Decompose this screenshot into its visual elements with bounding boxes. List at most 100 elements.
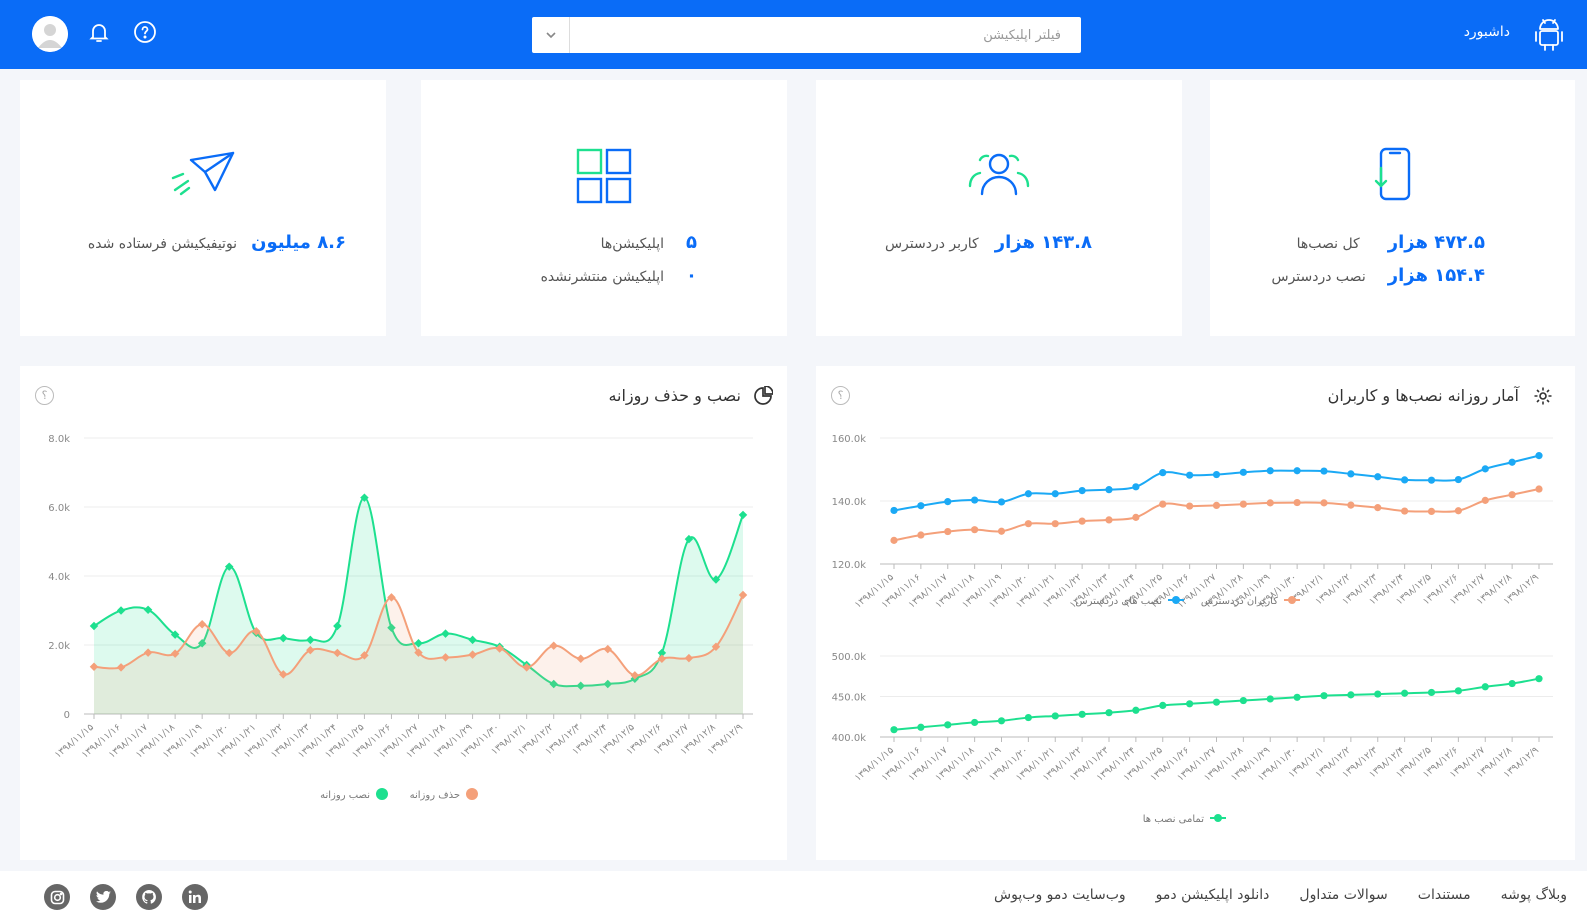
footer-links: وبلاگ پوشه مستندات سوالات متداول دانلود … <box>994 887 1567 903</box>
data-point <box>1374 690 1382 698</box>
data-point <box>1481 683 1489 691</box>
data-point <box>1078 710 1086 718</box>
data-point <box>997 498 1006 506</box>
active-installs-value: ۱۵۴.۴ هزار <box>1387 265 1485 286</box>
data-point <box>1293 467 1301 475</box>
page-title[interactable]: داشبورد <box>1464 24 1510 40</box>
data-point <box>944 527 952 536</box>
data-point <box>1293 498 1301 507</box>
bell-icon[interactable] <box>82 15 116 49</box>
footer-link-docs[interactable]: مستندات <box>1418 887 1471 903</box>
data-point <box>1401 507 1409 515</box>
data-point <box>1078 487 1086 495</box>
footer-link-faq[interactable]: سوالات متداول <box>1299 887 1387 903</box>
top-bar: داشبورد <box>0 0 1587 69</box>
user-avatar[interactable] <box>32 16 68 52</box>
unpublished-apps-value: ۰ <box>686 265 697 286</box>
data-point <box>1535 675 1543 683</box>
notifications-label: نوتیفیکیشن فرستاده شده <box>87 236 238 252</box>
data-point <box>1105 516 1113 524</box>
legend-marker <box>1288 596 1296 604</box>
data-point <box>890 726 898 734</box>
data-point <box>1159 701 1167 710</box>
notifications-value: ۸.۶ میلیون <box>251 232 346 253</box>
footer-link-blog[interactable]: وبلاگ پوشه <box>1501 887 1567 903</box>
data-point <box>890 536 898 544</box>
data-point <box>1159 469 1167 477</box>
active-installs-label: نصب دردسترس <box>1271 269 1366 285</box>
data-point <box>1239 696 1247 705</box>
data-point <box>1320 499 1328 507</box>
data-point <box>1051 490 1059 498</box>
apps-count-label: اپلیکیشن‌ها <box>600 236 664 252</box>
daily-users-installs-chart: 120.0k140.0k160.0k۱۳۹۸/۱۱/۱۵۱۳۹۸/۱۱/۱۶۱۳… <box>832 434 1553 825</box>
data-point <box>1508 679 1516 688</box>
linkedin-icon[interactable] <box>182 884 208 910</box>
chevron-down-icon[interactable] <box>532 17 570 53</box>
y-tick-label: 450.0k <box>832 693 867 704</box>
data-point <box>1132 483 1140 491</box>
footer-link-demo-app[interactable]: دانلود اپلیکیشن دمو <box>1156 887 1270 903</box>
instagram-icon[interactable] <box>44 884 70 910</box>
data-point <box>1347 470 1355 478</box>
data-point <box>997 527 1006 535</box>
data-point <box>1508 491 1516 499</box>
total-installs-label: کل نصب‌ها <box>1296 236 1360 252</box>
app-filter-input[interactable] <box>576 17 1071 53</box>
data-point <box>1320 692 1328 700</box>
data-point <box>1239 500 1247 508</box>
legend-label: کاربران دردسترس <box>1201 596 1278 607</box>
legend-label: حذف روزانه <box>410 790 460 801</box>
data-point <box>1024 490 1032 498</box>
y-tick-label: 4.0k <box>48 572 70 583</box>
data-point <box>1427 507 1436 515</box>
install-remove-panel: نصب و حذف روزانه ؟ 0 2.0k 4.0k 6.0k 8.0k ۱۳۹۸… <box>20 366 787 860</box>
data-point <box>971 526 979 534</box>
help-icon[interactable] <box>128 15 162 49</box>
data-point <box>1535 485 1543 493</box>
unpublished-apps-label: اپلیکیشن منتشرنشده <box>540 269 664 285</box>
data-point <box>1374 473 1382 481</box>
data-point <box>971 718 979 727</box>
android-icon[interactable] <box>1531 15 1567 53</box>
legend-label: نصب روزانه <box>320 790 370 801</box>
data-point <box>1347 501 1355 509</box>
data-point <box>1454 507 1462 515</box>
active-users-label: کاربر دردسترس <box>884 236 979 252</box>
footer: وبلاگ پوشه مستندات سوالات متداول دانلود … <box>0 871 1587 920</box>
data-point <box>1293 693 1301 701</box>
y-tick-label: 400.0k <box>832 733 867 744</box>
twitter-icon[interactable] <box>90 884 116 910</box>
data-point <box>1024 713 1032 722</box>
data-point <box>944 498 952 506</box>
data-point <box>1239 468 1247 476</box>
legend-marker <box>1172 596 1180 604</box>
data-point <box>1454 687 1462 695</box>
footer-link-demo-site[interactable]: وب‌سایت دمو وب‌پوش <box>994 887 1126 903</box>
data-point <box>1266 467 1274 475</box>
total-installs-value: ۴۷۲.۵ هزار <box>1387 232 1485 253</box>
data-point <box>1212 470 1221 479</box>
y-tick-label: 500.0k <box>832 652 867 663</box>
legend-marker <box>376 788 388 800</box>
phone-download-icon <box>1373 146 1413 206</box>
data-point <box>917 531 925 539</box>
y-tick-label: 140.0k <box>832 497 867 508</box>
apps-count-value: ۵ <box>686 232 697 253</box>
app-filter-select[interactable] <box>532 17 1081 53</box>
data-point <box>1051 712 1059 720</box>
data-point <box>1132 513 1140 521</box>
data-point <box>1481 496 1489 504</box>
data-point <box>1212 698 1221 706</box>
apps-card: ۵ اپلیکیشن‌ها ۰ اپلیکیشن منتشرنشده <box>421 80 787 336</box>
github-icon[interactable] <box>136 884 162 910</box>
data-point <box>997 717 1006 725</box>
data-point <box>1508 458 1516 466</box>
data-point <box>1024 520 1032 528</box>
legend-label: نصب های دردسترس <box>1075 596 1162 607</box>
y-tick-label: 6.0k <box>48 503 70 514</box>
data-point <box>890 506 898 515</box>
daily-stats-panel: آمار روزانه نصب‌ها و کاربران ؟ 120.0k 140… <box>816 366 1575 860</box>
data-point <box>1266 695 1274 703</box>
series-line <box>893 488 1540 542</box>
